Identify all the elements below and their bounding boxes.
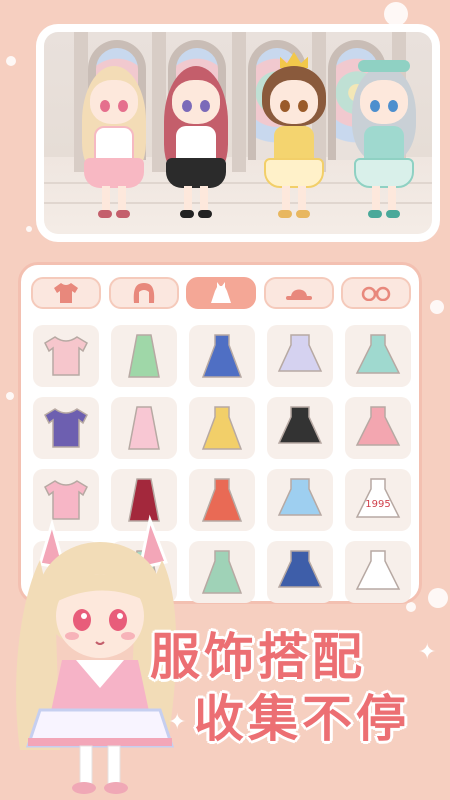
character-silver-hair-girl[interactable] <box>344 50 424 220</box>
clothing-item[interactable]: 1995 <box>345 469 411 531</box>
tab-dresses[interactable] <box>186 277 256 309</box>
clothing-item[interactable] <box>189 325 255 387</box>
cathedral-scene <box>44 32 432 234</box>
green-robe-icon <box>128 334 160 378</box>
shirt-icon <box>54 283 78 303</box>
clothing-item[interactable] <box>345 397 411 459</box>
clothing-item[interactable] <box>267 469 333 531</box>
tab-tops[interactable] <box>31 277 101 309</box>
clothing-item[interactable] <box>33 397 99 459</box>
character-blonde-girl[interactable] <box>74 50 154 220</box>
hat-icon <box>285 289 312 300</box>
yellow-dress-icon <box>201 406 243 450</box>
tab-accessories[interactable] <box>341 277 411 309</box>
clothing-item[interactable] <box>345 541 411 603</box>
lavender-dress-icon <box>277 334 323 372</box>
purple-skirt-icon <box>44 408 88 448</box>
sailor-dress-icon <box>277 478 323 516</box>
clothing-item[interactable] <box>345 325 411 387</box>
white-socks-icon <box>355 550 401 590</box>
slogan: 服饰搭配 收集不停 <box>150 626 450 750</box>
glasses-icon <box>361 286 391 301</box>
clothing-item[interactable] <box>189 397 255 459</box>
blue-dress-icon <box>201 334 243 378</box>
tab-hats[interactable] <box>263 277 334 309</box>
banner-card <box>36 24 440 242</box>
clothing-item[interactable] <box>189 541 255 603</box>
clothing-item[interactable] <box>111 397 177 459</box>
red-hanfu-icon <box>201 478 243 522</box>
pink-jacket-icon <box>355 406 401 446</box>
clothing-item[interactable] <box>267 397 333 459</box>
shirt-print-text: 1995 <box>365 499 390 510</box>
pink-tshirt-icon <box>44 336 88 376</box>
clothing-item[interactable] <box>189 469 255 531</box>
pink-frilly-dress-icon <box>128 406 160 450</box>
mint-dress-icon <box>355 334 401 374</box>
dress-icon <box>211 282 231 303</box>
clothing-item[interactable] <box>267 325 333 387</box>
black-white-dress-icon <box>277 406 323 444</box>
tshirt-print-icon: 1995 <box>355 478 401 518</box>
navy-blouse-icon <box>277 550 323 588</box>
slogan-line-2: 收集不停 <box>194 690 410 748</box>
category-tabs <box>31 277 411 315</box>
character-red-hair-girl[interactable] <box>156 50 236 220</box>
clothing-item[interactable] <box>267 541 333 603</box>
sparkle-icon: ✦ <box>418 640 437 665</box>
sparkle-icon: ✦ <box>168 710 187 735</box>
green-floral-dress-icon <box>201 550 243 594</box>
tab-hair[interactable] <box>108 277 179 309</box>
hair-icon <box>133 283 154 303</box>
slogan-line-1: 服饰搭配 <box>150 628 366 686</box>
clothing-item[interactable] <box>111 325 177 387</box>
character-crown-girl[interactable] <box>254 50 334 220</box>
clothing-item[interactable] <box>33 325 99 387</box>
